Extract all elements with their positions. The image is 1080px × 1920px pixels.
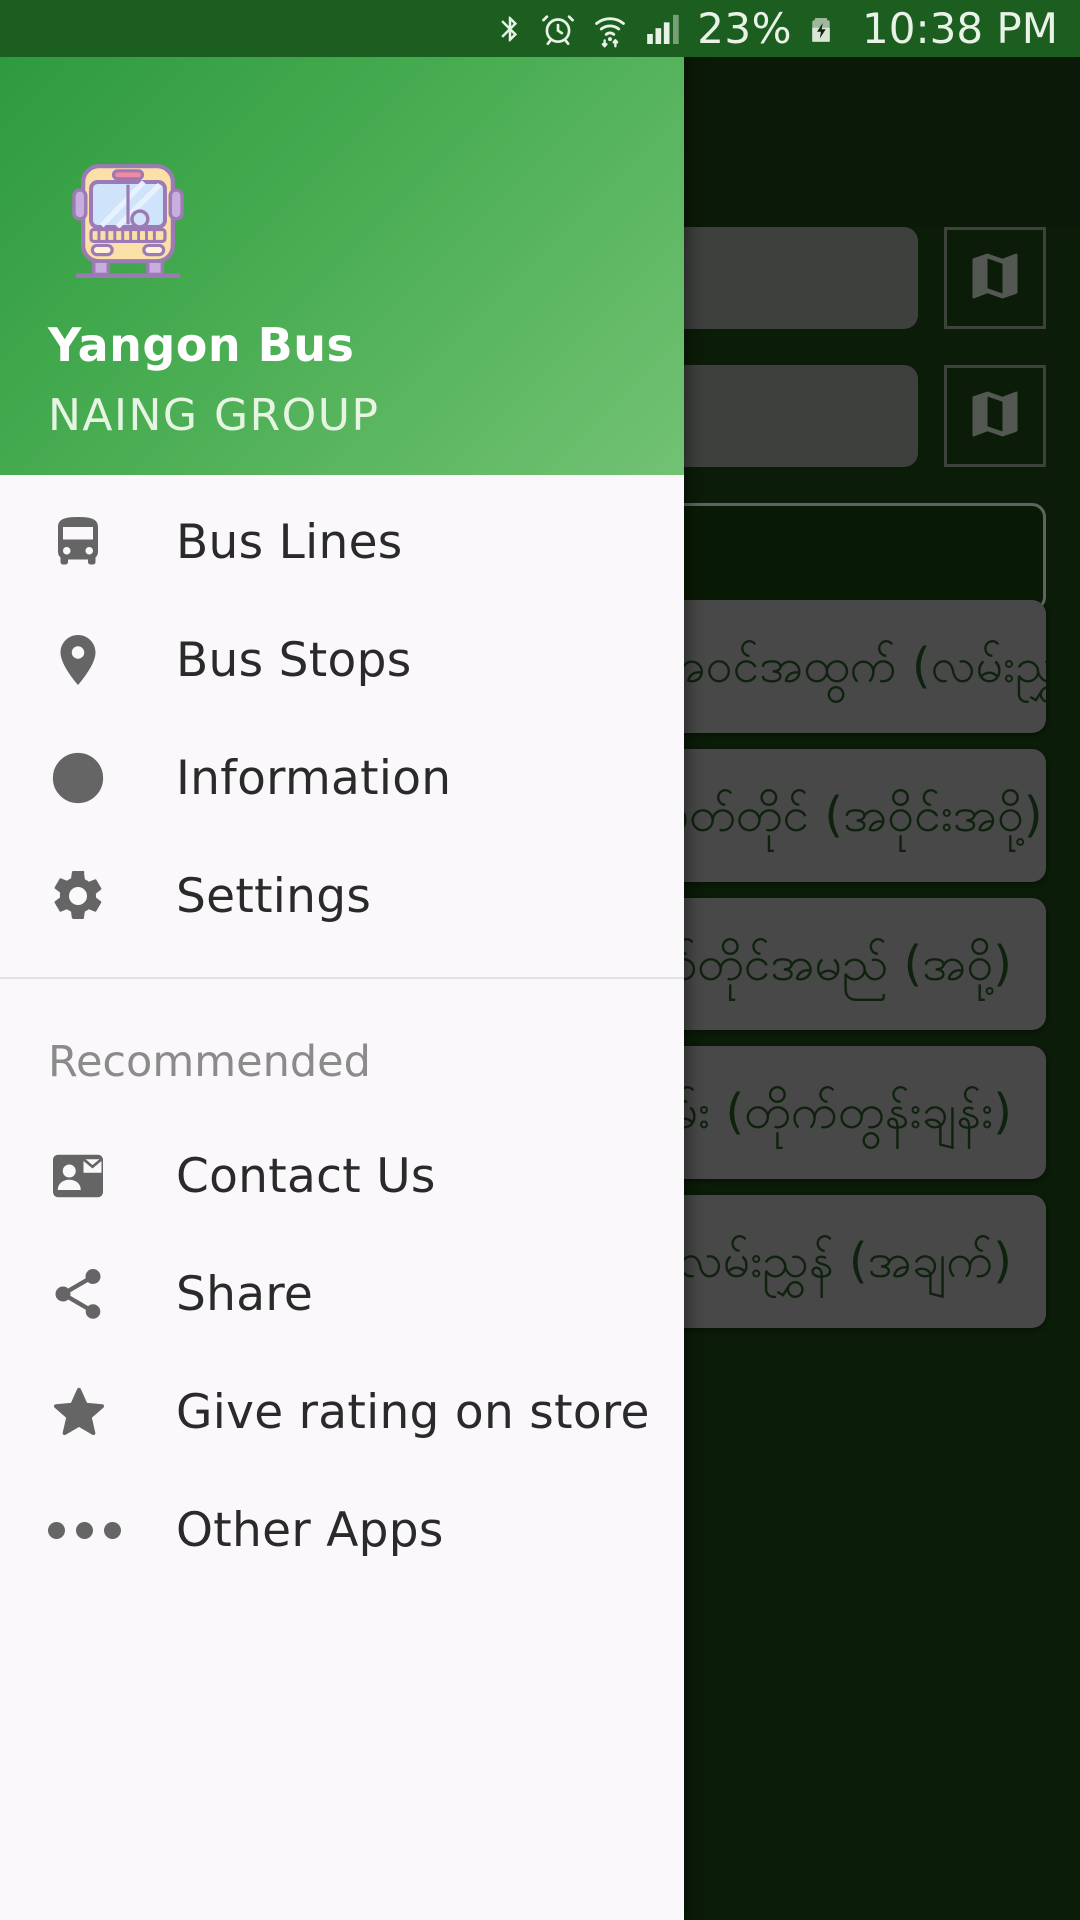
menu-item-label: Contact Us xyxy=(176,1148,436,1204)
status-bar: 23% 10:38 PM xyxy=(0,0,1080,57)
wifi-icon xyxy=(591,7,629,51)
menu-item-label: Information xyxy=(176,750,452,806)
section-header-recommended: Recommended xyxy=(48,1037,371,1087)
alarm-icon xyxy=(539,7,577,51)
map-pin-icon xyxy=(48,630,132,690)
share-icon xyxy=(48,1264,132,1324)
bus-icon xyxy=(48,512,132,572)
menu-item-bus-lines[interactable]: Bus Lines xyxy=(0,483,684,601)
menu-item-contact-us[interactable]: Contact Us xyxy=(0,1117,684,1235)
app-subtitle: NAING GROUP xyxy=(48,390,380,441)
app-title: Yangon Bus xyxy=(48,318,355,372)
menu-item-label: Bus Lines xyxy=(176,514,403,570)
contact-mail-icon xyxy=(48,1146,132,1206)
app-screen: ဘတ်စ်ကား လိုင်း (မြို့တွင်းညွှန်) အဝင်အထ… xyxy=(0,0,1080,1920)
cellular-signal-icon xyxy=(643,7,683,51)
info-circle-icon xyxy=(48,748,132,808)
menu-item-label: Share xyxy=(176,1266,314,1322)
gear-icon xyxy=(48,866,132,926)
more-dots-icon xyxy=(48,1521,132,1539)
clock-label: 10:38 PM xyxy=(862,3,1058,53)
navigation-drawer: Yangon Bus NAING GROUP Bus Lines Bus Sto… xyxy=(0,57,684,1920)
menu-item-give-rating[interactable]: Give rating on store xyxy=(0,1353,684,1471)
battery-charging-icon xyxy=(806,5,836,53)
battery-percent-label: 23% xyxy=(697,3,793,53)
menu-item-label: Other Apps xyxy=(176,1502,444,1558)
bluetooth-icon xyxy=(495,7,525,51)
menu-item-share[interactable]: Share xyxy=(0,1235,684,1353)
menu-item-information[interactable]: Information xyxy=(0,719,684,837)
menu-item-bus-stops[interactable]: Bus Stops xyxy=(0,601,684,719)
drawer-header: Yangon Bus NAING GROUP xyxy=(0,57,684,475)
menu-item-label: Bus Stops xyxy=(176,632,412,688)
menu-item-label: Give rating on store xyxy=(176,1384,650,1440)
star-outline-icon xyxy=(48,1381,132,1443)
bus-logo-icon xyxy=(62,153,194,285)
menu-item-settings[interactable]: Settings xyxy=(0,837,684,955)
drawer-menu: Bus Lines Bus Stops Information Settings… xyxy=(0,475,684,1920)
menu-item-other-apps[interactable]: Other Apps xyxy=(0,1471,684,1589)
menu-item-label: Settings xyxy=(176,868,372,924)
